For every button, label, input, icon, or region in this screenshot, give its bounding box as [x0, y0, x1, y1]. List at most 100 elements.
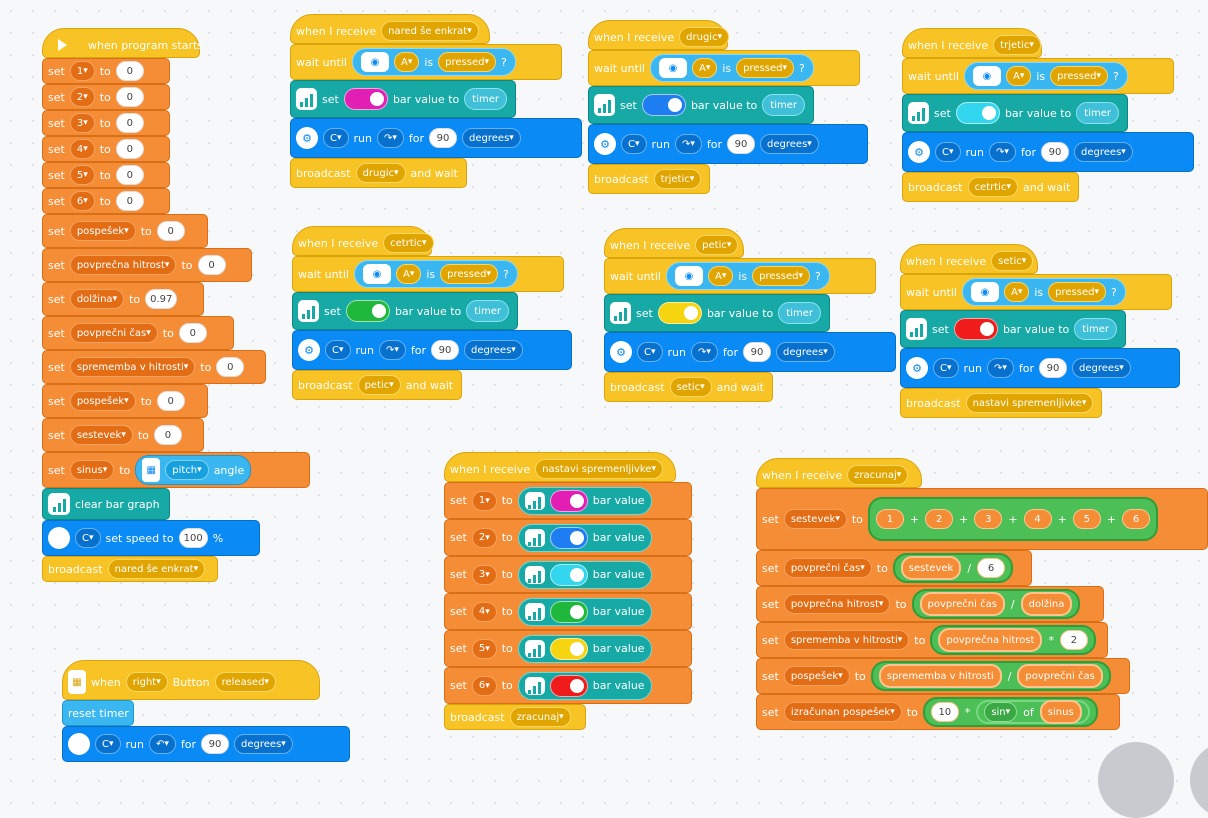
variable-reporter[interactable]: sprememba v hitrosti [878, 664, 1002, 688]
broadcast-block[interactable]: broadcast petic and wait [292, 370, 463, 400]
sensor-pressed-reporter[interactable]: ◉Ais pressed? [665, 262, 830, 290]
timer-reporter[interactable]: timer [464, 88, 507, 110]
value-input[interactable]: 0 [197, 255, 226, 275]
button-dropdown[interactable]: right [125, 672, 168, 692]
timer-reporter[interactable]: timer [466, 300, 509, 322]
run-motor-block[interactable]: ⚙Crun ↷ for 90degrees [588, 124, 868, 164]
set-bar-value-block[interactable]: set bar value to timer [290, 80, 516, 118]
message-dropdown[interactable]: zracunaj [847, 465, 909, 485]
message-dropdown[interactable]: petic [357, 375, 401, 395]
value-input[interactable]: 0 [216, 357, 245, 377]
amount-input[interactable]: 90 [1041, 142, 1070, 162]
variable-reporter[interactable]: 6 [1122, 509, 1150, 529]
value-input[interactable]: 0 [115, 165, 144, 185]
when-i-receive-block[interactable]: when I receive drugic [588, 20, 730, 50]
wait-until-block[interactable]: wait until ◉Ais pressed? [902, 58, 1174, 94]
set-var-bar-value-block[interactable]: set 2 to bar value [444, 519, 692, 556]
zoom-control-circle[interactable] [1190, 742, 1208, 818]
set-bar-value-block[interactable]: set bar value to timer [588, 86, 814, 124]
set-avg-time-block[interactable]: set povprečni čas to sestevek / 6 [756, 550, 1032, 586]
set-speed-block[interactable]: ⚙ C set speed to 100 % [42, 520, 260, 556]
color-dropdown[interactable] [657, 302, 702, 324]
set-variable-block[interactable]: set 4 to 0 [42, 136, 170, 162]
direction-dropdown[interactable]: ↷ [378, 340, 406, 360]
wait-until-block[interactable]: wait until ◉Ais pressed? [900, 274, 1172, 310]
when-program-starts-block[interactable]: when program starts [42, 28, 203, 58]
reset-timer-block[interactable]: reset timer [62, 700, 134, 726]
variable-reporter[interactable]: povprečni čas [1017, 664, 1103, 688]
run-motor-block[interactable]: ⚙Crun ↷ for 90degrees [290, 118, 582, 158]
message-dropdown[interactable]: cetrtic [967, 177, 1018, 197]
message-dropdown[interactable]: nared še enkrat [381, 21, 479, 41]
color-dropdown[interactable] [953, 318, 998, 340]
speed-input[interactable]: 100 [178, 528, 208, 548]
timer-reporter[interactable]: timer [1076, 102, 1119, 124]
broadcast-block[interactable]: broadcast trjetic [588, 164, 711, 194]
unit-dropdown[interactable]: degrees [234, 734, 293, 754]
unit-dropdown[interactable]: degrees [1074, 142, 1133, 162]
multiply-operator[interactable]: povprečna hitrost * 2 [930, 625, 1096, 655]
set-sum-block[interactable]: set sestevek to 1 +2 +3 +4 +5 +6 [756, 488, 1208, 550]
set-bar-value-block[interactable]: set bar value to timer [604, 294, 830, 332]
variable-reporter[interactable]: povprečni čas [919, 592, 1005, 616]
set-variable-block[interactable]: set sestevek to 0 [42, 418, 204, 452]
color-dropdown[interactable] [549, 674, 588, 697]
message-dropdown[interactable]: nastavi spremenljivke [535, 459, 663, 479]
variable-dropdown[interactable]: izračunan pospešek [783, 702, 902, 722]
variable-dropdown[interactable]: 6 [471, 675, 497, 696]
sensor-port-dropdown[interactable]: A [395, 264, 422, 284]
color-dropdown[interactable] [549, 489, 588, 512]
variable-reporter[interactable]: 3 [974, 509, 1003, 529]
sensor-pressed-reporter[interactable]: ◉Ais pressed? [353, 260, 518, 288]
message-dropdown[interactable]: drugic [679, 27, 730, 47]
message-dropdown[interactable]: drugic [355, 163, 406, 183]
bar-value-reporter[interactable]: bar value [517, 634, 652, 663]
unit-dropdown[interactable]: degrees [462, 128, 521, 148]
bar-value-reporter[interactable]: bar value [517, 560, 652, 589]
variable-dropdown[interactable]: 1 [69, 61, 95, 81]
state-dropdown[interactable]: pressed [1048, 282, 1106, 302]
motor-port-dropdown[interactable]: C [935, 142, 961, 162]
set-variable-block[interactable]: set pospešek to 0 [42, 214, 208, 248]
value-input[interactable]: 0 [153, 425, 182, 445]
unit-dropdown[interactable]: degrees [464, 340, 523, 360]
bar-value-reporter[interactable]: bar value [517, 486, 652, 515]
when-button-block[interactable]: ▦ when right Button released [62, 660, 320, 700]
variable-dropdown[interactable]: 3 [69, 113, 95, 133]
variable-dropdown[interactable]: 5 [69, 165, 95, 185]
sensor-port-dropdown[interactable]: A [1003, 282, 1030, 302]
state-dropdown[interactable]: pressed [1050, 66, 1108, 86]
color-dropdown[interactable] [549, 526, 588, 549]
broadcast-block[interactable]: broadcast drugic and wait [290, 158, 467, 188]
set-variable-block[interactable]: set dolžina to 0.97 [42, 282, 204, 316]
pitch-reporter[interactable]: ▦ pitch angle [135, 455, 252, 485]
motor-port-dropdown[interactable]: C [323, 128, 349, 148]
variable-dropdown[interactable]: sprememba v hitrosti [783, 630, 910, 650]
value-input[interactable]: 0 [115, 61, 144, 81]
unit-dropdown[interactable]: degrees [760, 134, 819, 154]
when-i-receive-block[interactable]: when I receive petic [604, 228, 744, 258]
sum-operator[interactable]: 1 +2 +3 +4 +5 +6 [867, 497, 1158, 541]
set-delta-v-block[interactable]: set sprememba v hitrosti to povprečna hi… [756, 622, 1108, 658]
wait-until-block[interactable]: wait until ◉Ais pressed? [290, 44, 562, 80]
sensor-pressed-reporter[interactable]: ◉Ais pressed? [649, 54, 814, 82]
color-dropdown[interactable] [549, 563, 588, 586]
direction-dropdown[interactable]: ↷ [690, 342, 718, 362]
variable-dropdown[interactable]: 5 [471, 638, 497, 659]
variable-dropdown[interactable]: 3 [471, 564, 497, 585]
sensor-pressed-reporter[interactable]: ◉Ais pressed? [963, 62, 1128, 90]
run-motor-block[interactable]: ⚙Crun ↷ for 90degrees [902, 132, 1194, 172]
when-i-receive-block[interactable]: when I receive nared še enkrat [290, 14, 490, 44]
amount-input[interactable]: 90 [1039, 358, 1068, 378]
when-i-receive-block[interactable]: when I receive nastavi spremenljivke [444, 452, 676, 482]
set-bar-value-block[interactable]: set bar value to timer [292, 292, 518, 330]
variable-reporter[interactable]: 4 [1023, 509, 1052, 529]
motor-port-dropdown[interactable]: C [95, 734, 121, 754]
timer-reporter[interactable]: timer [762, 94, 805, 116]
amount-input[interactable]: 90 [431, 340, 460, 360]
set-variable-block[interactable]: set povprečni čas to 0 [42, 316, 234, 350]
set-var-bar-value-block[interactable]: set 3 to bar value [444, 556, 692, 593]
motor-port-dropdown[interactable]: C [325, 340, 351, 360]
variable-dropdown[interactable]: 2 [69, 87, 95, 107]
color-dropdown[interactable] [345, 300, 390, 322]
